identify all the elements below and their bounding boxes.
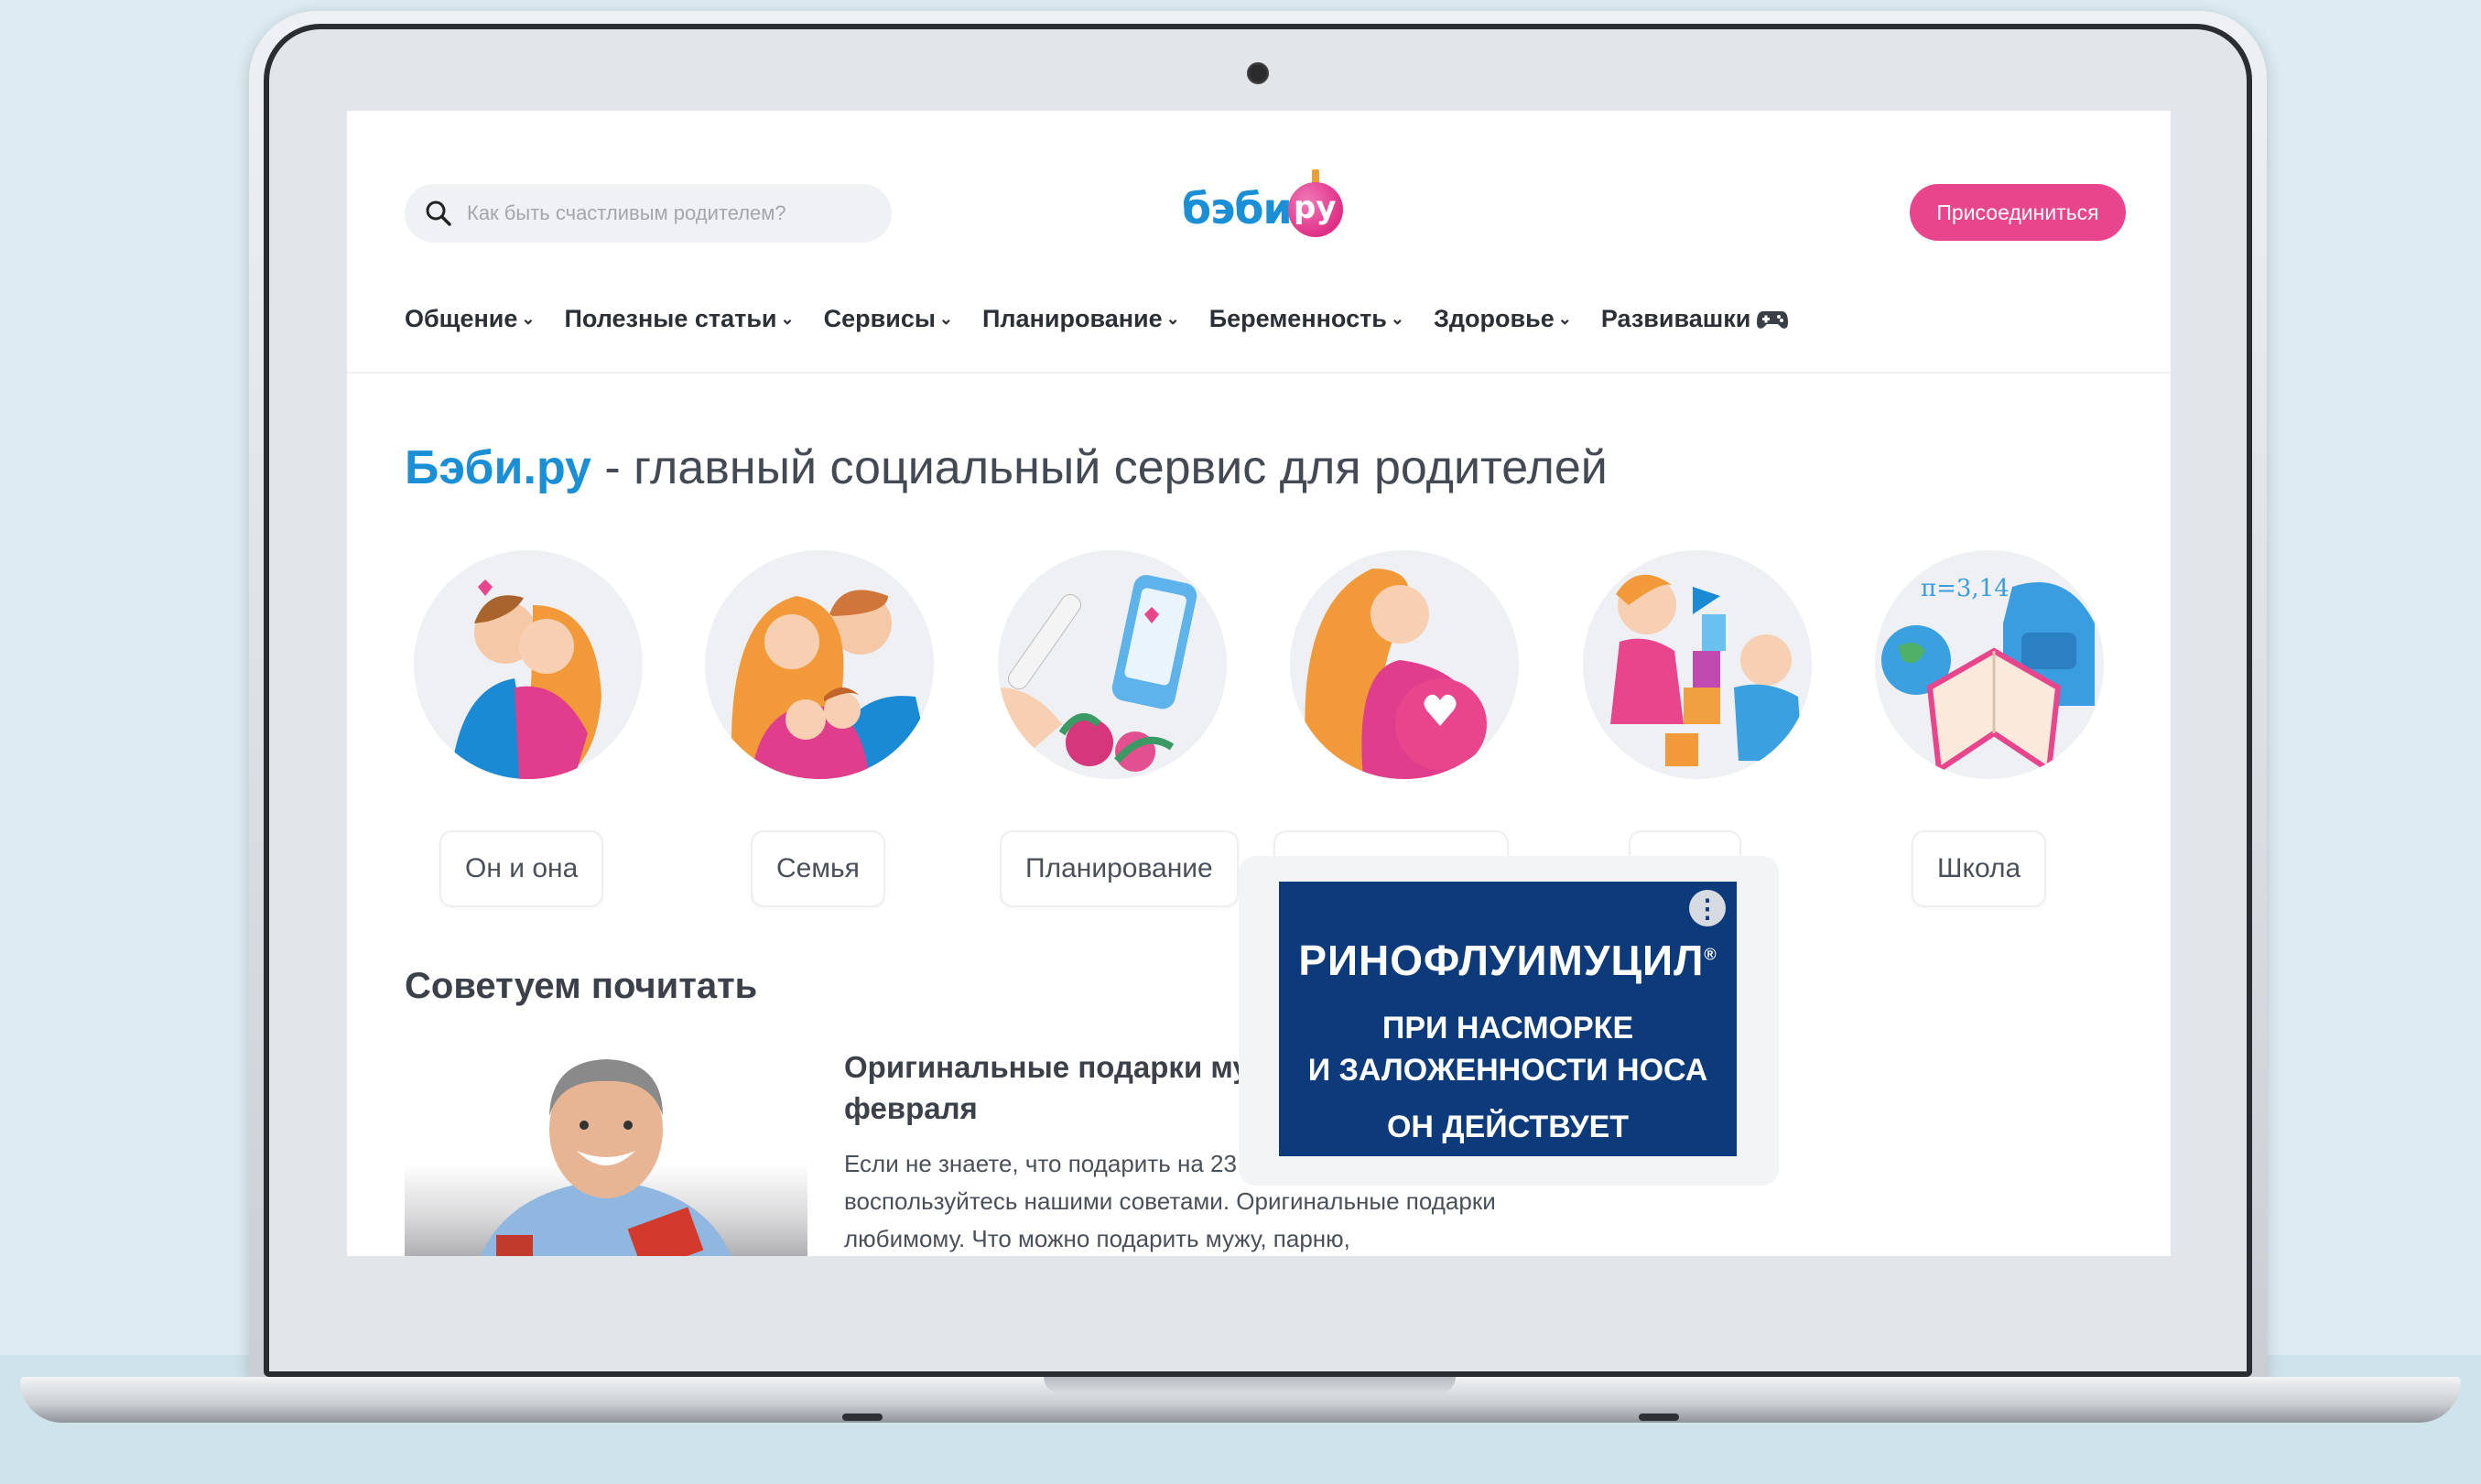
laptop-foot	[1639, 1414, 1679, 1421]
laptop-foot	[842, 1414, 883, 1421]
ad-options-icon[interactable]: ⋮	[1689, 890, 1726, 926]
ad-trademark: ®	[1704, 945, 1717, 964]
ad-brand: РИНОФЛУИМУЦИЛ®	[1279, 936, 1737, 985]
ad-clip: ⋮ РИНОФЛУИМУЦИЛ® ПРИ НАСМОРКЕ И ЗАЛОЖЕНН…	[347, 111, 2171, 1256]
ad-line: ОН ДЕЙСТВУЕТ	[1386, 1110, 1630, 1144]
ad-line: И ЗАЛОЖЕННОСТИ НОСА	[1307, 1053, 1708, 1088]
ad-line: ПРИ НАСМОРКЕ	[1381, 1011, 1634, 1045]
ad-brand-name: РИНОФЛУИМУЦИЛ	[1298, 937, 1705, 984]
laptop-hinge-notch	[1044, 1377, 1456, 1393]
camera-icon	[1247, 62, 1269, 84]
